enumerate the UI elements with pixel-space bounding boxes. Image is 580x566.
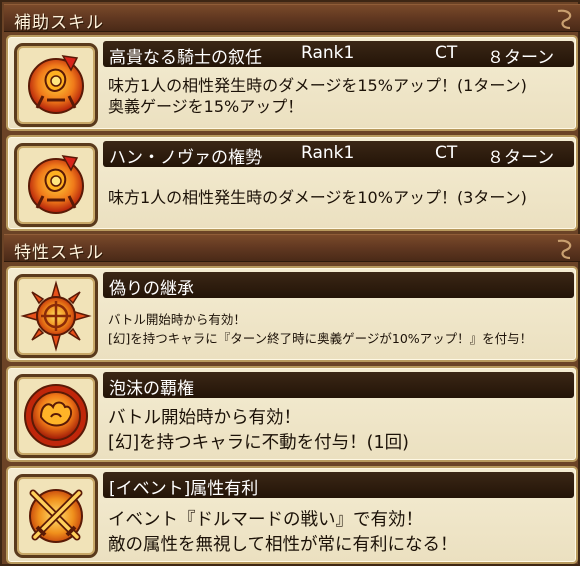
section-title: 特性スキル bbox=[14, 243, 104, 263]
flame-gauntlet-icon bbox=[28, 55, 84, 114]
skill-name: [イベント]属性有利 bbox=[109, 479, 259, 499]
strong-arm-icon bbox=[24, 384, 88, 448]
section-title: 補助スキル bbox=[14, 13, 104, 33]
section-header-trait: 特性スキル bbox=[4, 234, 580, 263]
skill-panel: 補助スキル 高貴なる騎士の叙任 Rank1 CT ８ターン 味方1人の相性発生時… bbox=[0, 0, 580, 566]
skill-description: 味方1人の相性発生時のダメージを10%アップ！(3ターン) bbox=[108, 187, 527, 208]
description-line: バトル開始時から有効！ bbox=[108, 408, 302, 428]
skill-rank: Rank1 bbox=[301, 43, 355, 63]
description-line: 味方1人の相性発生時のダメージを10%アップ！(3ターン) bbox=[108, 188, 527, 207]
ct-label: CT bbox=[435, 143, 458, 163]
skill-icon-frame bbox=[14, 274, 98, 358]
skill-icon-frame bbox=[14, 474, 98, 558]
trait-skill-card[interactable]: [イベント]属性有利 イベント『ドルマードの戦い』で有効！ 敵の属性を無視して相… bbox=[6, 466, 578, 564]
support-skill-card[interactable]: ハン・ノヴァの権勢 Rank1 CT ８ターン 味方1人の相性発生時のダメージを… bbox=[6, 135, 578, 231]
skill-name-bar: [イベント]属性有利 bbox=[103, 472, 574, 499]
skill-description: バトル開始時から有効！ [幻]を持つキャラに不動を付与！(1回) bbox=[108, 406, 409, 455]
description-line: イベント『ドルマードの戦い』で有効！ bbox=[108, 510, 423, 530]
crossed-swords-icon bbox=[29, 489, 83, 543]
swirl-ornament-icon bbox=[557, 9, 572, 30]
ct-label: CT bbox=[435, 43, 458, 63]
skill-name-bar: ハン・ノヴァの権勢 Rank1 CT ８ターン bbox=[103, 141, 574, 168]
crosshair-sun-icon bbox=[20, 280, 92, 352]
support-skill-card[interactable]: 高貴なる騎士の叙任 Rank1 CT ８ターン 味方1人の相性発生時のダメージを… bbox=[6, 35, 578, 131]
ct-value: ８ターン bbox=[487, 48, 555, 68]
skill-name-bar: 高貴なる騎士の叙任 Rank1 CT ８ターン bbox=[103, 41, 574, 68]
description-line: 味方1人の相性発生時のダメージを15%アップ！(1ターン) bbox=[108, 76, 527, 95]
skill-name: 泡沫の覇権 bbox=[109, 379, 194, 399]
trait-skill-card[interactable]: 偽りの継承 バトル開始時から有効！ [幻]を持つキャラに『ターン終了時に奥義ゲー… bbox=[6, 266, 578, 362]
skill-name: 高貴なる騎士の叙任 bbox=[109, 48, 262, 68]
flame-gauntlet-icon bbox=[28, 155, 84, 214]
skill-name: ハン・ノヴァの権勢 bbox=[109, 148, 262, 168]
ct-value: ８ターン bbox=[487, 148, 555, 168]
skill-description: 味方1人の相性発生時のダメージを15%アップ！(1ターン) 奥義ゲージを15%ア… bbox=[108, 75, 527, 117]
description-line: [幻]を持つキャラに『ターン終了時に奥義ゲージが10%アップ！』を付与！ bbox=[108, 331, 533, 347]
description-line: 敵の属性を無視して相性が常に有利になる！ bbox=[108, 534, 458, 555]
skill-description: イベント『ドルマードの戦い』で有効！ 敵の属性を無視して相性が常に有利になる！ bbox=[108, 508, 457, 557]
skill-icon-frame bbox=[14, 143, 98, 227]
description-line: [幻]を持つキャラに不動を付与！(1回) bbox=[108, 432, 409, 453]
skill-description: バトル開始時から有効！ [幻]を持つキャラに『ターン終了時に奥義ゲージが10%ア… bbox=[108, 310, 532, 349]
skill-name: 偽りの継承 bbox=[109, 279, 194, 299]
description-line: 奥義ゲージを15%アップ！ bbox=[108, 97, 304, 117]
description-line: バトル開始時から有効！ bbox=[108, 312, 246, 327]
swirl-ornament-icon bbox=[557, 239, 572, 260]
skill-icon-frame bbox=[14, 374, 98, 458]
section-header-support: 補助スキル bbox=[4, 4, 580, 33]
skill-rank: Rank1 bbox=[301, 143, 355, 163]
skill-icon-frame bbox=[14, 43, 98, 127]
skill-name-bar: 偽りの継承 bbox=[103, 272, 574, 299]
trait-skill-card[interactable]: 泡沫の覇権 バトル開始時から有効！ [幻]を持つキャラに不動を付与！(1回) bbox=[6, 366, 578, 462]
skill-name-bar: 泡沫の覇権 bbox=[103, 372, 574, 399]
